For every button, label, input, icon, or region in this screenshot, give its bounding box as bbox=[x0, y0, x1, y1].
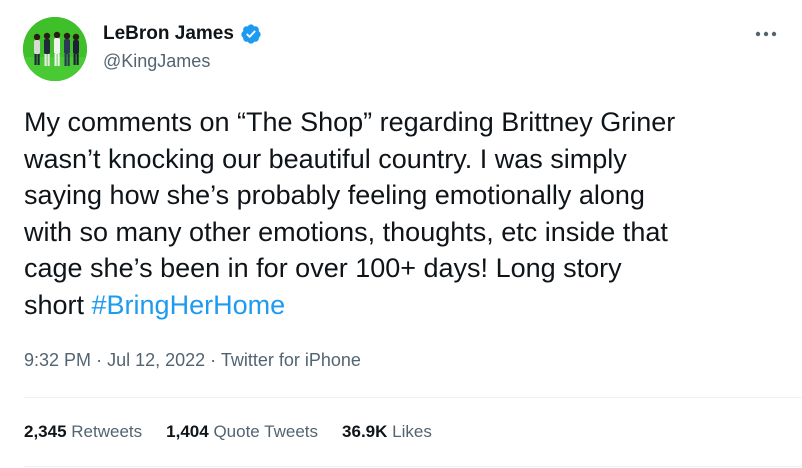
tweet-time[interactable]: 9:32 PM bbox=[24, 350, 91, 370]
tweet-text-line: My comments on “The Shop” regarding Brit… bbox=[24, 107, 676, 137]
tweet-date[interactable]: Jul 12, 2022 bbox=[107, 350, 205, 370]
separator-dot: · bbox=[96, 350, 103, 370]
tweet-text: My comments on “The Shop” regarding Brit… bbox=[24, 104, 794, 323]
separator-dot: · bbox=[210, 350, 217, 370]
avatar[interactable] bbox=[23, 17, 87, 81]
tweet-source[interactable]: Twitter for iPhone bbox=[221, 350, 361, 370]
retweets-label: Retweets bbox=[71, 422, 143, 441]
divider bbox=[24, 466, 802, 467]
tweet-timestamp-row: 9:32 PM · Jul 12, 2022 · Twitter for iPh… bbox=[24, 348, 361, 372]
likes-stat[interactable]: 36.9K Likes bbox=[342, 420, 432, 444]
hashtag-link[interactable]: #BringHerHome bbox=[92, 290, 286, 320]
more-dots-icon bbox=[755, 31, 777, 37]
tweet-text-last-line: short #BringHerHome bbox=[24, 287, 794, 324]
verified-badge-icon bbox=[241, 24, 261, 44]
quote-tweets-stat[interactable]: 1,404 Quote Tweets bbox=[166, 420, 318, 444]
tweet-text-fragment: short bbox=[24, 289, 92, 320]
retweets-count: 2,345 bbox=[24, 422, 67, 441]
likes-count: 36.9K bbox=[342, 422, 388, 441]
likes-label: Likes bbox=[392, 422, 432, 441]
more-options-button[interactable] bbox=[744, 20, 788, 48]
tweet-stats: 2,345 Retweets 1,404 Quote Tweets 36.9K … bbox=[24, 420, 432, 444]
avatar-image bbox=[23, 17, 87, 81]
tweet-text-line: saying how she’s probably feeling emotio… bbox=[24, 180, 645, 210]
author-display-name[interactable]: LeBron James bbox=[103, 22, 234, 46]
quote-tweets-label: Quote Tweets bbox=[213, 422, 319, 441]
tweet-text-line: wasn’t knocking our beautiful country. I… bbox=[24, 143, 627, 174]
author-name-row: LeBron James bbox=[103, 22, 262, 46]
tweet-text-line: cage she’s been in for over 100+ days! L… bbox=[24, 253, 622, 283]
divider bbox=[24, 397, 802, 398]
quote-tweets-count: 1,404 bbox=[166, 422, 209, 441]
author-handle[interactable]: @KingJames bbox=[103, 50, 210, 72]
tweet-card: LeBron James @KingJames My comments on “… bbox=[0, 0, 802, 468]
tweet-text-line: with so many other emotions, thoughts, e… bbox=[24, 216, 668, 247]
retweets-stat[interactable]: 2,345 Retweets bbox=[24, 420, 142, 444]
